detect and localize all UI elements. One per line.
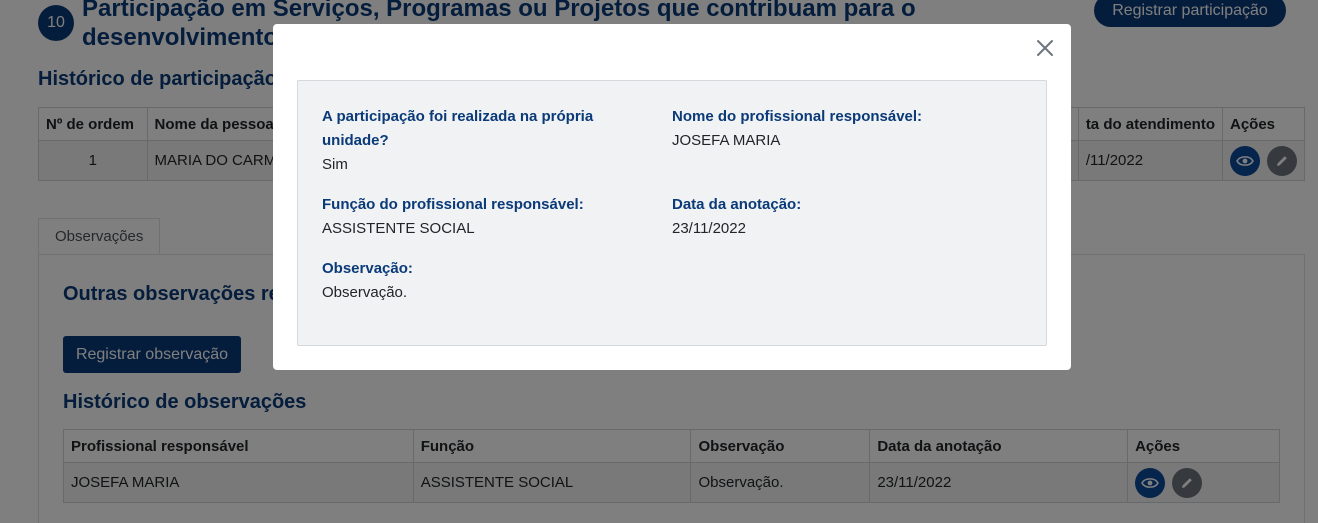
field-label: A participação foi realizada na própria … <box>322 108 594 149</box>
field-value: 23/11/2022 <box>672 220 746 237</box>
page: 10 Participação em Serviços, Programas o… <box>0 0 1318 523</box>
field-label: Observação: <box>322 260 413 277</box>
close-button[interactable] <box>1033 36 1057 60</box>
field-value: ASSISTENTE SOCIAL <box>322 220 475 237</box>
field-label: Função do profissional responsável: <box>322 196 584 213</box>
field-label: Nome do profissional responsável: <box>672 108 923 125</box>
field-value: Observação. <box>322 284 408 301</box>
field-nome-profissional: Nome do profissional responsável: JOSEFA… <box>672 105 1012 153</box>
field-label: Data da anotação: <box>672 196 802 213</box>
field-value: JOSEFA MARIA <box>672 132 781 149</box>
close-icon <box>1037 40 1053 56</box>
participation-details-modal: A participação foi realizada na própria … <box>273 24 1071 370</box>
field-data-anotacao: Data da anotação: 23/11/2022 <box>672 193 972 241</box>
field-propria-unidade: A participação foi realizada na própria … <box>322 105 622 177</box>
field-value: Sim <box>322 156 348 173</box>
field-funcao-profissional: Função do profissional responsável: ASSI… <box>322 193 622 241</box>
field-observacao: Observação: Observação. <box>322 257 622 305</box>
details-card: A participação foi realizada na própria … <box>297 80 1047 346</box>
